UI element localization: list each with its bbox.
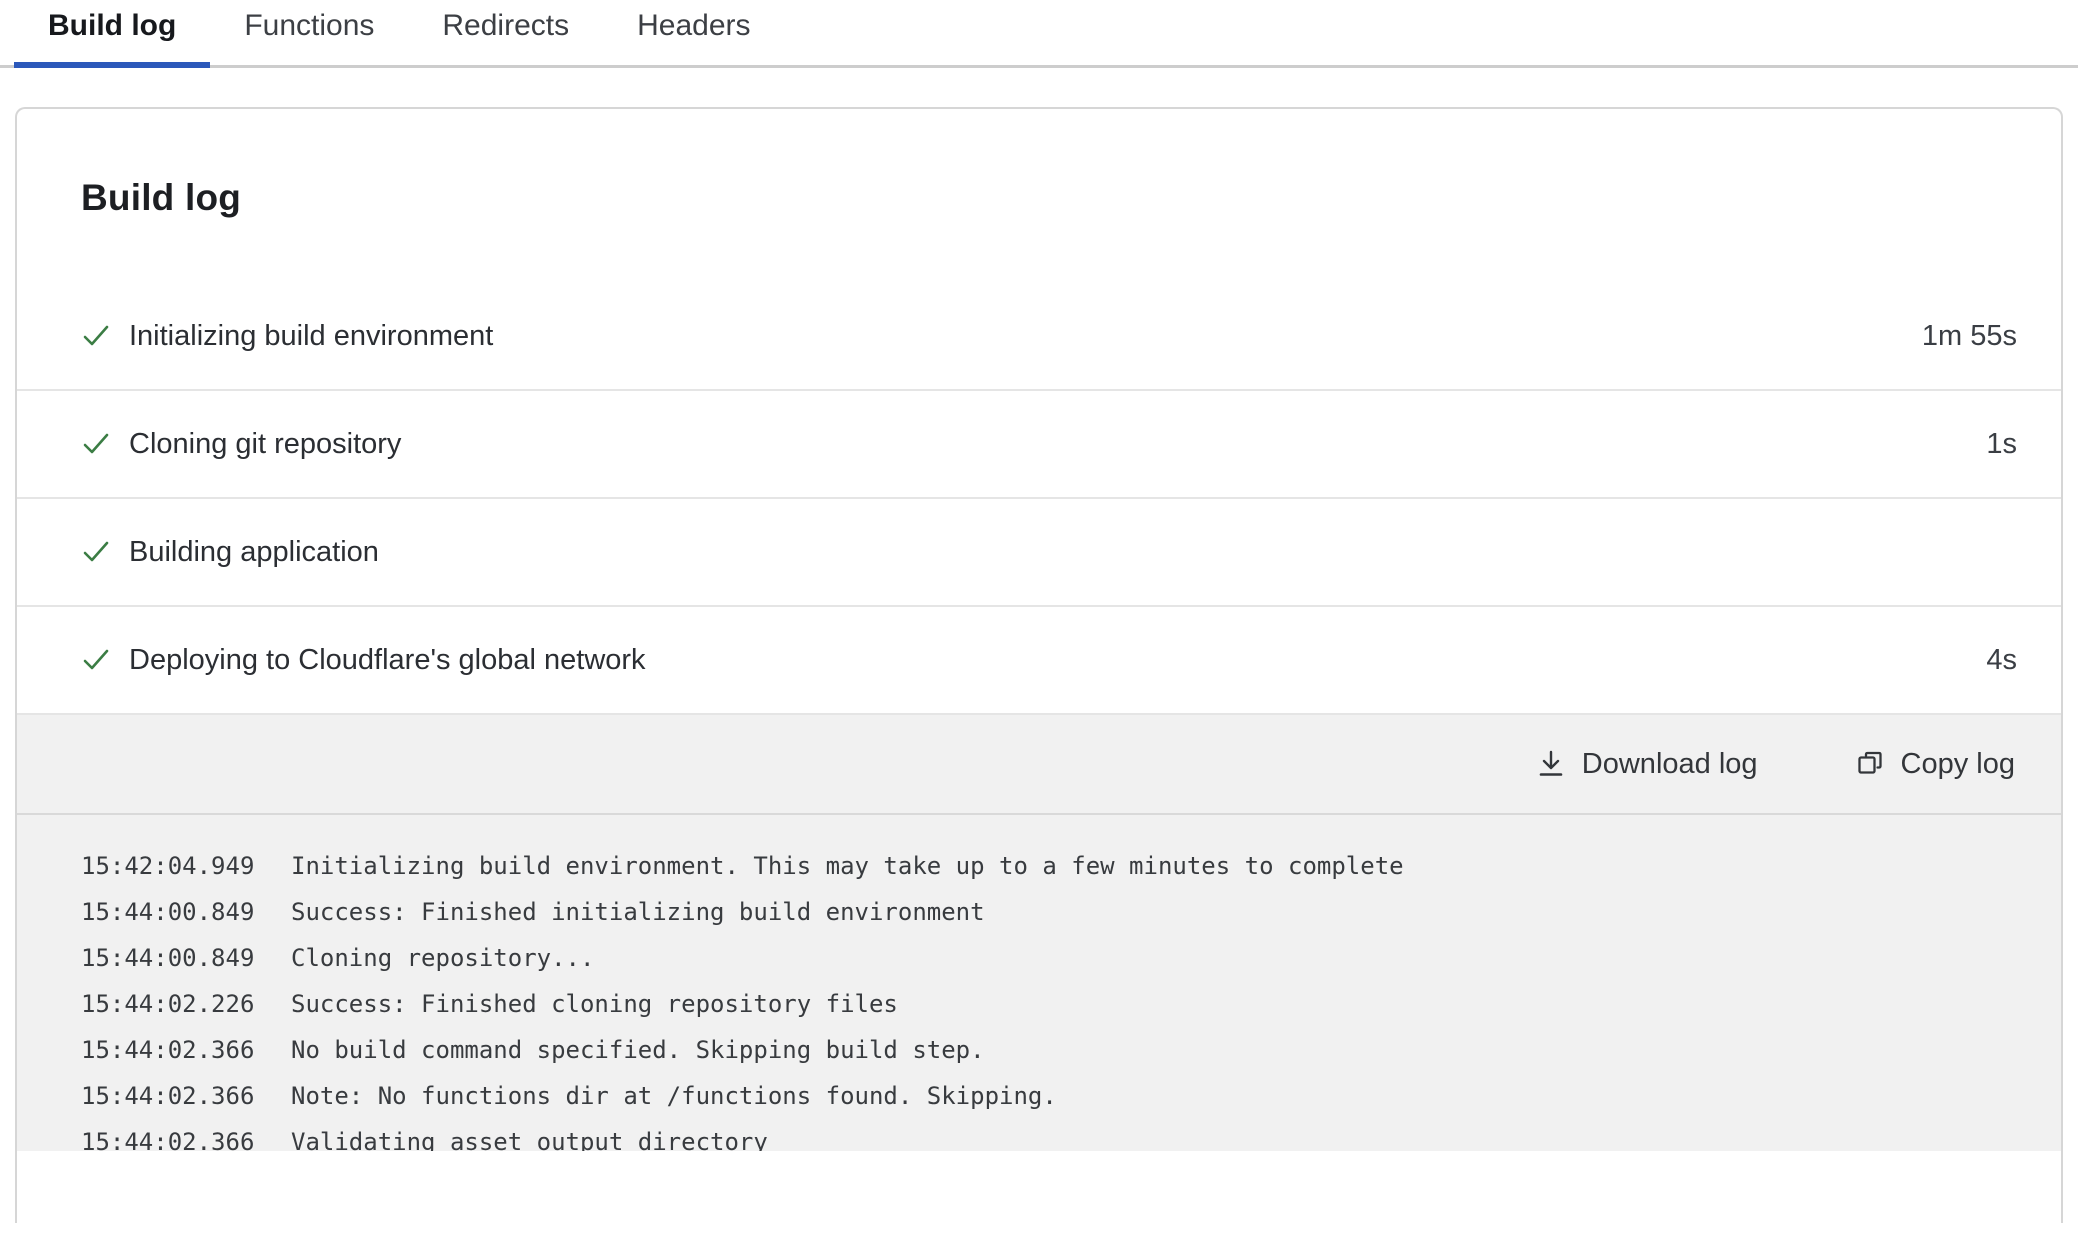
log-timestamp: 15:44:00.849 [81,935,291,981]
check-icon [81,645,111,675]
check-icon [81,429,111,459]
log-timestamp: 15:44:02.366 [81,1073,291,1119]
card-title: Build log [17,109,2061,219]
step-label: Building application [129,536,2017,569]
tab-functions[interactable]: Functions [210,0,408,65]
check-icon [81,537,111,567]
step-row-building[interactable]: Building application [17,499,2061,607]
copy-log-label: Copy log [1901,748,2015,781]
step-duration: 1s [1986,428,2017,461]
log-message: Initializing build environment. This may… [291,843,2041,889]
download-icon [1535,748,1567,780]
tab-headers[interactable]: Headers [603,0,784,65]
step-row-cloning[interactable]: Cloning git repository 1s [17,391,2061,499]
log-line: 15:44:00.849 Cloning repository... [81,935,2041,981]
log-toolbar: Download log Copy log [17,715,2061,815]
log-line: 15:44:02.366 Note: No functions dir at /… [81,1073,2041,1119]
log-timestamp: 15:44:00.849 [81,889,291,935]
step-duration: 4s [1986,644,2017,677]
tab-build-log[interactable]: Build log [14,0,210,65]
log-message: No build command specified. Skipping bui… [291,1027,2041,1073]
build-steps-list: Initializing build environment 1m 55s Cl… [17,283,2061,715]
download-log-label: Download log [1582,748,1758,781]
log-line: 15:44:02.366 No build command specified.… [81,1027,2041,1073]
step-label: Initializing build environment [129,320,1922,353]
step-row-deploying[interactable]: Deploying to Cloudflare's global network… [17,607,2061,715]
copy-log-button[interactable]: Copy log [1854,748,2015,781]
log-message: Cloning repository... [291,935,2041,981]
copy-icon [1854,748,1886,780]
download-log-button[interactable]: Download log [1535,748,1758,781]
log-timestamp: 15:44:02.366 [81,1027,291,1073]
check-icon [81,321,111,351]
step-row-initializing[interactable]: Initializing build environment 1m 55s [17,283,2061,391]
log-message: Success: Finished cloning repository fil… [291,981,2041,1027]
log-message: Note: No functions dir at /functions fou… [291,1073,2041,1119]
log-line: 15:44:00.849 Success: Finished initializ… [81,889,2041,935]
deployment-tabs: Build log Functions Redirects Headers [0,0,2078,68]
build-log-card: Build log Initializing build environment… [15,107,2063,1223]
log-message: Success: Finished initializing build env… [291,889,2041,935]
log-timestamp: 15:44:02.366 [81,1119,291,1151]
log-output: 15:42:04.949 Initializing build environm… [17,815,2061,1151]
step-label: Deploying to Cloudflare's global network [129,644,1986,677]
step-label: Cloning git repository [129,428,1986,461]
log-timestamp: 15:44:02.226 [81,981,291,1027]
tab-redirects[interactable]: Redirects [408,0,603,65]
step-duration: 1m 55s [1922,320,2017,353]
log-message: Validating asset output directory [291,1119,2041,1151]
log-line: 15:44:02.366 Validating asset output dir… [81,1119,2041,1151]
log-timestamp: 15:42:04.949 [81,843,291,889]
log-line: 15:44:02.226 Success: Finished cloning r… [81,981,2041,1027]
log-line: 15:42:04.949 Initializing build environm… [81,843,2041,889]
